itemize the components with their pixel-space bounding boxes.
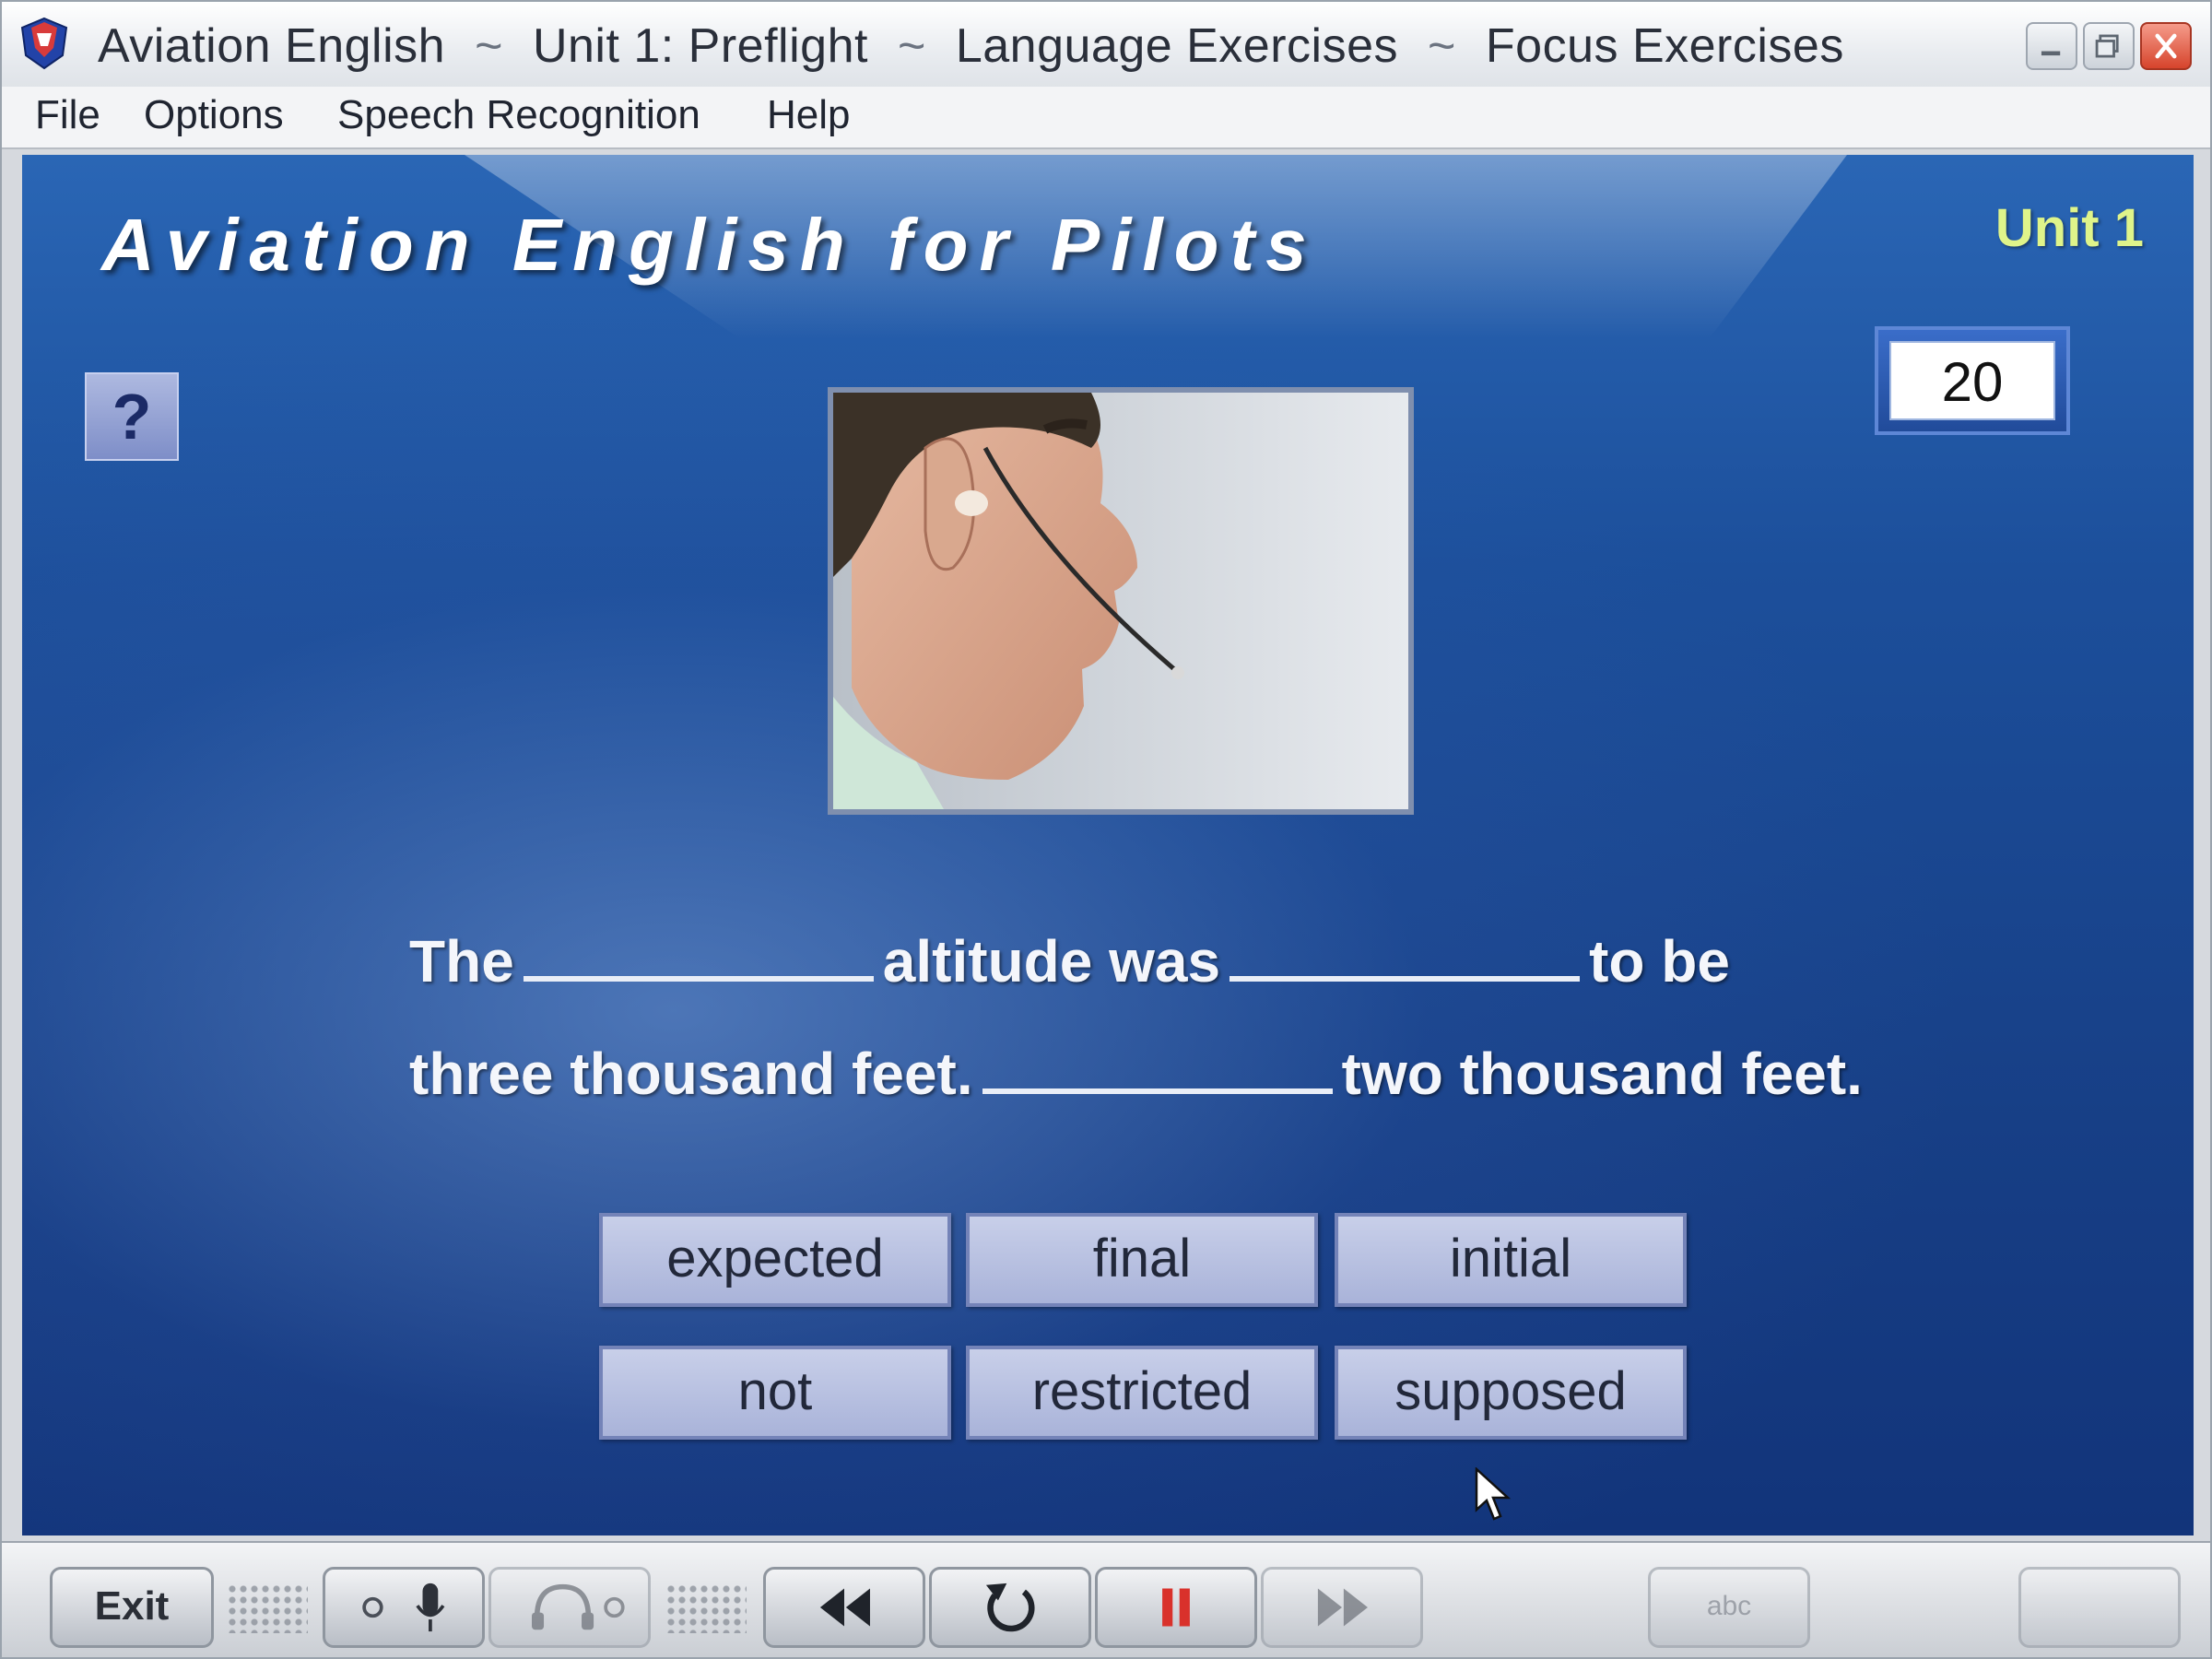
- counter-value: 20: [1889, 341, 2055, 420]
- menu-help[interactable]: Help: [767, 92, 851, 138]
- rewind-button[interactable]: [763, 1567, 925, 1648]
- unit-label: Unit 1: [1994, 198, 2144, 258]
- title-separator: ~: [1428, 19, 1456, 73]
- choice-button-not[interactable]: not: [599, 1346, 951, 1440]
- next-button[interactable]: [2018, 1567, 2181, 1648]
- pause-icon: [1162, 1588, 1190, 1627]
- app-window: Aviation English ~ Unit 1: Preflight ~ Langu…: [0, 0, 2212, 1659]
- help-button[interactable]: ?: [85, 372, 179, 461]
- sentence-text: altitude was: [882, 928, 1221, 994]
- window-title: Aviation English ~ Unit 1: Preflight ~ Langu…: [98, 18, 1844, 74]
- title-part-exercise: Focus Exercises: [1485, 19, 1844, 73]
- rewind-icon: [819, 1588, 870, 1627]
- fast-forward-icon: [1317, 1588, 1368, 1627]
- close-icon: [2155, 33, 2177, 59]
- title-part-app: Aviation English: [98, 19, 446, 73]
- replay-icon: [985, 1583, 1035, 1632]
- bottom-toolbar: Exit abc: [2, 1541, 2210, 1657]
- exercise-panel: Aviation English for Pilots Unit 1 ? 20: [22, 155, 2194, 1535]
- menu-file[interactable]: File: [35, 92, 100, 138]
- exit-button[interactable]: Exit: [50, 1567, 214, 1648]
- playback-recording-button[interactable]: [488, 1567, 651, 1648]
- sentence-text: two thousand feet.: [1341, 1041, 1863, 1107]
- minimize-icon: [2041, 51, 2061, 56]
- sentence-text: three thousand feet.: [409, 1041, 973, 1107]
- sentence-text: to be: [1589, 928, 1730, 994]
- menu-options[interactable]: Options: [144, 92, 284, 138]
- speaker-video-image: [833, 393, 1408, 809]
- title-part-section: Language Exercises: [955, 19, 1399, 73]
- headphones-icon: [532, 1583, 625, 1630]
- title-separator: ~: [475, 19, 503, 73]
- sentence-line-1: The altitude was to be: [409, 927, 1730, 995]
- choice-button-supposed[interactable]: supposed: [1335, 1346, 1687, 1440]
- choice-button-restricted[interactable]: restricted: [966, 1346, 1318, 1440]
- answer-blank-3[interactable]: [982, 1052, 1333, 1094]
- text-toggle-button[interactable]: abc: [1648, 1567, 1810, 1648]
- replay-button[interactable]: [929, 1567, 1091, 1648]
- restore-icon: [2095, 34, 2119, 58]
- title-part-unit: Unit 1: Preflight: [532, 19, 868, 73]
- app-logo-icon: [20, 17, 68, 70]
- choice-button-expected[interactable]: expected: [599, 1213, 951, 1307]
- menu-bar: File Options Speech Recognition Help: [2, 87, 2210, 149]
- answer-blank-2[interactable]: [1230, 939, 1581, 982]
- title-bar: Aviation English ~ Unit 1: Preflight ~ Langu…: [2, 2, 2210, 88]
- title-separator: ~: [897, 19, 926, 73]
- maximize-button[interactable]: [2083, 22, 2135, 70]
- fast-forward-button[interactable]: [1261, 1567, 1423, 1648]
- choice-button-initial[interactable]: initial: [1335, 1213, 1687, 1307]
- mouse-cursor-icon: [1475, 1467, 1512, 1521]
- menu-speech-recognition[interactable]: Speech Recognition: [337, 92, 700, 138]
- sentence-text: The: [409, 928, 514, 994]
- course-title: Aviation English for Pilots: [101, 204, 1318, 286]
- exit-label: Exit: [94, 1583, 170, 1629]
- video-frame: [828, 387, 1414, 815]
- record-button[interactable]: [323, 1567, 485, 1648]
- close-button[interactable]: [2140, 22, 2192, 70]
- answer-blank-1[interactable]: [523, 939, 874, 982]
- speaker-grille: [665, 1583, 747, 1633]
- choice-button-final[interactable]: final: [966, 1213, 1318, 1307]
- microphone-icon: [362, 1583, 445, 1632]
- counter-box: 20: [1875, 326, 2070, 435]
- minimize-button[interactable]: [2026, 22, 2077, 70]
- pause-button[interactable]: [1095, 1567, 1257, 1648]
- speaker-grille: [227, 1583, 308, 1633]
- sentence-line-2: three thousand feet. two thousand feet.: [409, 1040, 1863, 1108]
- abc-label: abc: [1706, 1591, 1752, 1621]
